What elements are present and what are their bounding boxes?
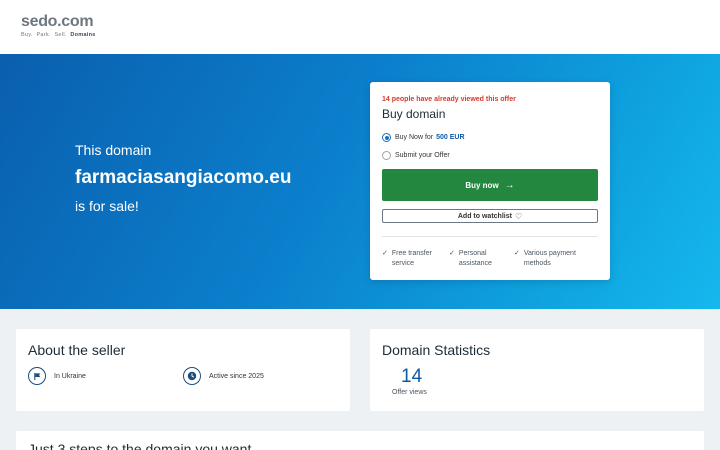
buy-now-button[interactable]: Buy now → (382, 169, 598, 201)
hero-intro: This domain (75, 142, 152, 158)
arrow-right-icon: → (504, 179, 515, 191)
feature-personal-assistance: ✓ Personal assistance (449, 250, 492, 267)
flag-icon (28, 367, 46, 385)
domain-name: farmaciasangiacomo.eu (75, 167, 292, 188)
option-submit-offer-label: Submit your Offer (395, 152, 450, 159)
clock-icon (183, 367, 201, 385)
offer-views-count: 14 (401, 366, 423, 387)
viewed-count-notice: 14 people have already viewed this offer (382, 96, 516, 103)
domain-statistics-panel: Domain Statistics 14 Offer views (370, 329, 704, 411)
seller-location-text: In Ukraine (54, 372, 86, 380)
check-icon: ✓ (514, 250, 520, 257)
add-to-watchlist-button[interactable]: Add to watchlist ♡ (382, 209, 598, 223)
logo-wordmark: sedo.com (21, 13, 94, 30)
option-submit-offer[interactable]: Submit your Offer (382, 151, 450, 160)
card-divider (382, 236, 598, 237)
sedo-logo[interactable]: sedo.com Buy. Park. Sell. Domains (21, 13, 96, 39)
feature-free-transfer: ✓ Free transfer service (382, 250, 432, 267)
buy-now-label: Buy now (465, 180, 499, 190)
seller-active-text: Active since 2025 (209, 372, 264, 380)
option-buy-now[interactable]: Buy Now for 500 EUR (382, 133, 465, 142)
steps-title: Just 3 steps to the domain you want (28, 441, 252, 450)
hero-banner: This domain farmaciasangiacomo.eu is for… (0, 54, 720, 309)
hero-text: This domain farmaciasangiacomo.eu is for… (75, 142, 291, 214)
radio-buy-now[interactable] (382, 133, 391, 142)
offer-views-label: Offer views (392, 389, 427, 396)
heart-icon: ♡ (514, 211, 523, 221)
seller-location: In Ukraine (28, 367, 86, 385)
top-navigation-bar: sedo.com Buy. Park. Sell. Domains (0, 0, 720, 54)
buy-domain-title: Buy domain (382, 107, 446, 121)
about-seller-panel: About the seller In Ukraine Active since… (16, 329, 350, 411)
domain-statistics-title: Domain Statistics (382, 342, 491, 358)
price-value: 500 EUR (436, 134, 465, 141)
logo-tagline: Buy. Park. Sell. Domains (21, 32, 96, 38)
option-buy-now-label: Buy Now for (395, 134, 434, 141)
buy-domain-card: 14 people have already viewed this offer… (370, 82, 610, 280)
feature-payment-methods: ✓ Various payment methods (514, 250, 576, 267)
radio-submit-offer[interactable] (382, 151, 391, 160)
watchlist-label: Add to watchlist (457, 212, 512, 220)
hero-for-sale: is for sale! (75, 198, 139, 214)
check-icon: ✓ (449, 250, 455, 257)
check-icon: ✓ (382, 250, 388, 257)
seller-active-since: Active since 2025 (183, 367, 264, 385)
about-seller-title: About the seller (28, 342, 126, 358)
